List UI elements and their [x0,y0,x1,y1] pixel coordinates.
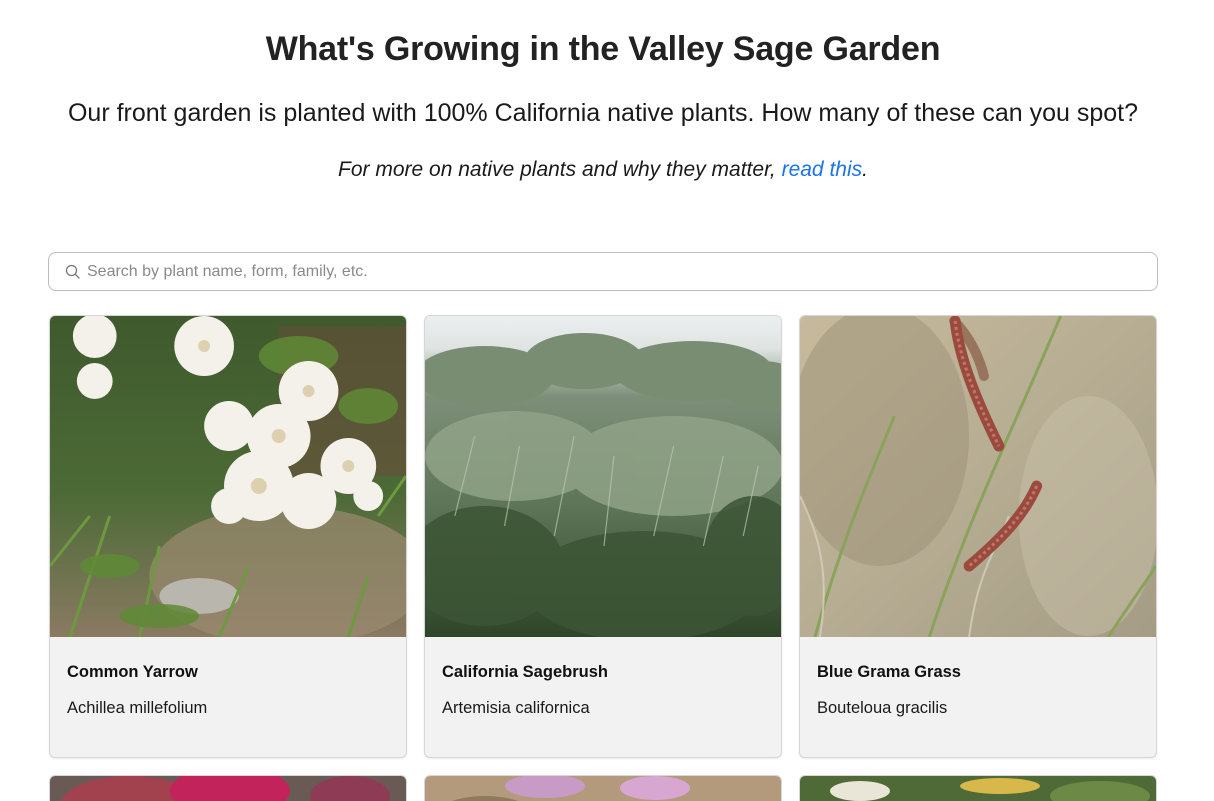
plant-common-name: California Sagebrush [442,663,608,681]
plant-photo-california-sagebrush [425,316,781,637]
search-box[interactable] [48,252,1158,291]
plant-common-name: Common Yarrow [67,663,198,681]
page-title: What's Growing in the Valley Sage Garden [265,30,941,68]
plant-photo-blue-grama-grass [800,316,1156,637]
plant-card-partial[interactable] [424,775,782,801]
plant-photo [800,776,1156,801]
search-input[interactable] [83,253,1157,290]
intro-text: Our front garden is planted with 100% Ca… [67,99,1139,127]
plant-card-partial[interactable] [799,775,1157,801]
plant-scientific-name: Artemisia californica [442,699,590,717]
plant-common-name: Blue Grama Grass [817,663,961,681]
more-info-suffix: . [862,158,868,181]
plant-card-blue-grama-grass[interactable]: Blue Grama Grass Bouteloua gracilis [799,315,1157,758]
plant-photo [50,776,406,801]
plant-card-partial[interactable] [49,775,407,801]
plant-card-california-sagebrush[interactable]: California Sagebrush Artemisia californi… [424,315,782,758]
plant-scientific-name: Bouteloua gracilis [817,699,948,717]
more-info-prefix: For more on native plants and why they m… [338,158,782,181]
plant-card-common-yarrow[interactable]: Common Yarrow Achillea millefolium [49,315,407,758]
plant-photo-common-yarrow [50,316,406,637]
read-this-link[interactable]: read this [782,158,863,181]
more-info-text: For more on native plants and why they m… [0,158,1206,182]
plant-scientific-name: Achillea millefolium [67,699,208,717]
plant-photo [425,776,781,801]
search-icon [49,253,83,290]
